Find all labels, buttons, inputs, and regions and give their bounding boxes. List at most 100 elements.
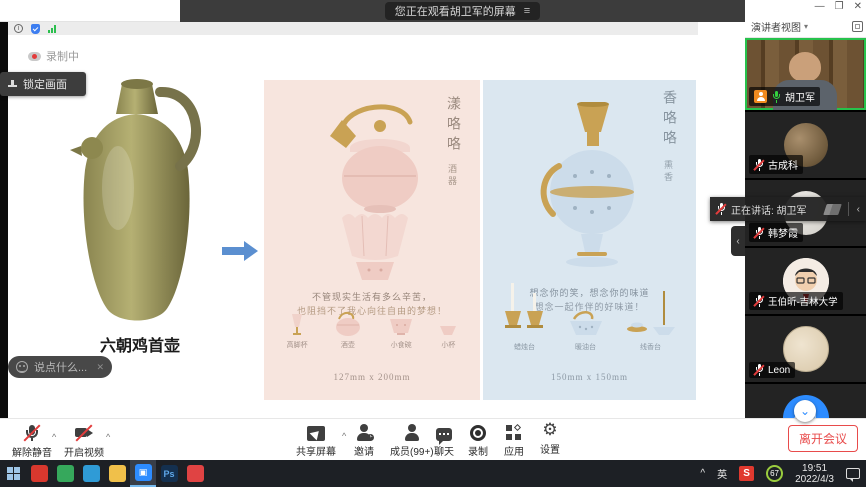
product-small-bowl: 小食碗	[388, 317, 414, 350]
chat-placeholder: 说点什么...	[34, 359, 87, 375]
pink-caption-line1: 不管现实生活有多么辛苦，	[264, 290, 480, 303]
chat-icon	[436, 428, 452, 441]
pink-ewer-image	[316, 96, 436, 214]
sidebar-collapse-handle[interactable]: ‹	[731, 226, 745, 256]
chat-button[interactable]: 聊天	[434, 423, 454, 458]
ime-language-indicator[interactable]: 英	[711, 460, 733, 487]
blue-poster-subtitle: 熏香	[662, 160, 675, 184]
close-button[interactable]: ✕	[854, 1, 862, 12]
sidebar-header: — ❐ ✕ 演讲者视图 ▾	[745, 0, 866, 38]
poster-incense-set: 香咯咯 熏香 想念你的笑，想念你的味道 想念一起作伴的好味道！ 蜡烛台 暖油台	[483, 80, 696, 400]
taskbar-app-red[interactable]	[26, 460, 52, 487]
taskbar-app-ps[interactable]: Ps	[156, 460, 182, 487]
share-status-strip: i	[8, 22, 698, 35]
transform-arrow-icon	[222, 241, 258, 261]
meeting-logo-icon	[825, 204, 840, 215]
artifact-photo	[48, 68, 224, 332]
app-window: 您正在观看胡卫军的屏幕 ≡ 01:11:35 — ❐ ✕ 演讲者视图 ▾ i 录…	[0, 0, 866, 487]
start-button[interactable]	[0, 460, 26, 487]
invite-icon: +	[356, 424, 372, 441]
members-icon	[404, 424, 420, 441]
share-options-caret[interactable]: ^	[342, 431, 346, 441]
record-icon	[470, 425, 486, 441]
record-button[interactable]: 录制	[468, 423, 488, 458]
mic-muted-icon	[22, 424, 42, 442]
product-goblet: 高脚杯	[287, 313, 308, 350]
participant-name: 胡卫军	[785, 89, 815, 104]
participant-tile[interactable]: 王伯昕-吉林大学	[745, 248, 866, 314]
members-button[interactable]: 成员(99+)	[390, 423, 434, 458]
signal-icon	[48, 25, 56, 33]
emoji-icon[interactable]	[16, 361, 28, 373]
mic-muted-icon	[754, 295, 764, 307]
pin-icon	[8, 80, 17, 89]
share-screen-button[interactable]: 共享屏幕	[296, 423, 336, 458]
fullscreen-icon[interactable]	[852, 21, 863, 32]
recording-indicator: 录制中	[28, 48, 79, 64]
leave-meeting-button[interactable]: 离开会议	[788, 425, 858, 452]
clock-date: 2022/4/3	[795, 474, 834, 485]
host-badge-icon	[754, 90, 767, 103]
mic-muted-icon	[716, 203, 726, 215]
artifact-caption: 六朝鸡首壶	[60, 332, 220, 356]
action-center-icon[interactable]	[840, 460, 866, 487]
speaking-banner: 正在讲话: 胡卫军 ‹	[710, 197, 866, 221]
taskbar-app-red2[interactable]	[182, 460, 208, 487]
sogou-ime-icon[interactable]: S	[733, 460, 760, 487]
battery-health-icon[interactable]: 67	[760, 460, 789, 487]
invite-button[interactable]: + 邀请	[354, 423, 374, 458]
unmute-button[interactable]: 解除静音	[12, 424, 52, 459]
participant-tile[interactable]: 古成科	[745, 112, 866, 178]
taskbar-app-green[interactable]	[52, 460, 78, 487]
watching-toast[interactable]: 您正在观看胡卫军的屏幕 ≡	[385, 2, 540, 20]
participant-tile-video[interactable]: 胡卫军	[745, 38, 866, 110]
participant-tile[interactable]: Leon	[745, 316, 866, 382]
blue-vessel-image	[535, 102, 647, 278]
apps-button[interactable]: 应用	[504, 423, 524, 458]
tray-expand-caret[interactable]: ^	[694, 460, 711, 487]
mic-on-icon	[771, 91, 781, 103]
screen-share-icon	[307, 426, 325, 441]
product-oil-warmer: 暖油台	[566, 309, 606, 352]
taskbar-app-meeting[interactable]: ▣	[130, 460, 156, 487]
taskbar-app-blue[interactable]	[78, 460, 104, 487]
scroll-participants-button[interactable]: ⌄	[794, 400, 816, 422]
recording-label: 录制中	[46, 48, 79, 64]
shield-icon[interactable]	[31, 24, 40, 34]
start-video-button[interactable]: 开启视频	[64, 424, 104, 459]
windows-logo-icon	[7, 467, 20, 480]
participant-list: 胡卫军 古成科 韩梦霞 王伯昕-吉林大学	[745, 38, 866, 418]
mic-options-caret[interactable]: ^	[52, 432, 56, 442]
banner-collapse-icon[interactable]: ‹	[857, 204, 860, 215]
windows-taskbar: ▣ Ps ^ 英 S 67 19:512022/4/3	[0, 460, 866, 487]
chevron-down-icon: ▾	[804, 22, 808, 31]
close-icon[interactable]: ✕	[96, 362, 104, 373]
video-options-caret[interactable]: ^	[106, 432, 110, 442]
minimize-button[interactable]: —	[815, 1, 825, 12]
pink-poster-title: 漾咯咯	[442, 96, 462, 156]
product-wine-pot: 酒壶	[333, 311, 363, 350]
toast-menu-icon[interactable]: ≡	[524, 5, 530, 17]
mic-muted-icon	[754, 364, 764, 376]
product-small-cup: 小杯	[439, 325, 457, 350]
product-incense-stand: 线香台	[625, 289, 677, 352]
taskbar-clock[interactable]: 19:512022/4/3	[789, 460, 840, 487]
participant-name: 王伯昕-吉林大学	[768, 294, 838, 308]
participant-name: 古成科	[768, 157, 798, 172]
clock-time: 19:51	[802, 463, 827, 474]
camera-off-icon	[74, 424, 94, 442]
poster-wine-set: 漾咯咯 酒器 不管现实生活有多么辛苦， 也阻挡不了我心向往自由的梦想！ 高脚杯	[264, 80, 480, 400]
pink-poster-subtitle: 酒器	[446, 164, 459, 188]
taskbar-app-folder[interactable]	[104, 460, 130, 487]
watching-toast-band: 您正在观看胡卫军的屏幕 ≡	[180, 0, 745, 22]
chat-quick-input[interactable]: 说点什么... ✕	[8, 356, 112, 378]
maximize-button[interactable]: ❐	[835, 1, 844, 12]
pink-cup-image	[336, 208, 414, 284]
view-mode-dropdown[interactable]: 演讲者视图 ▾	[751, 19, 863, 34]
participant-name: Leon	[768, 365, 790, 376]
mic-muted-icon	[754, 159, 764, 171]
product-candle-holders: 蜡烛台	[503, 281, 547, 352]
settings-button[interactable]: ⚙ 设置	[540, 421, 560, 456]
info-icon[interactable]: i	[14, 24, 23, 33]
settings-icon: ⚙	[542, 422, 557, 439]
